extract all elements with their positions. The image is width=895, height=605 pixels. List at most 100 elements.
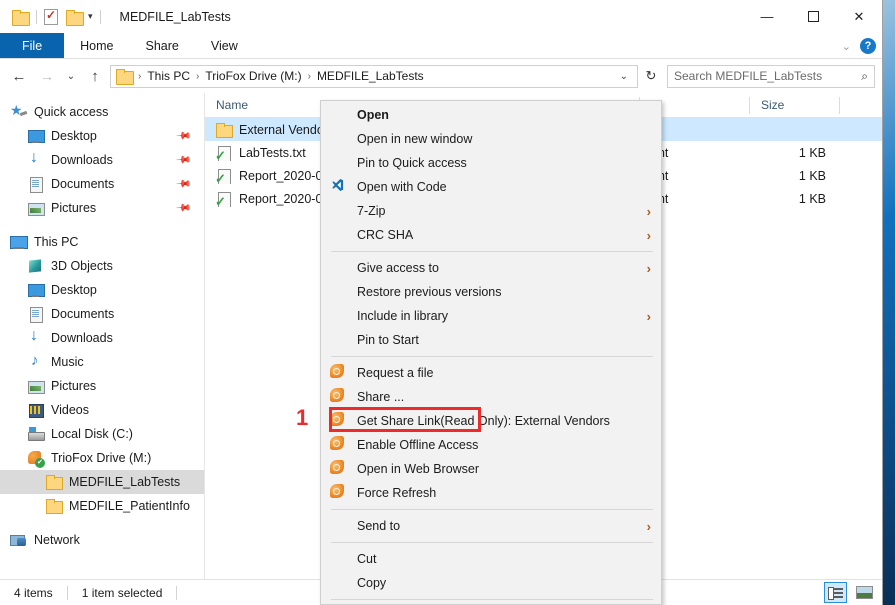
menu-item-force-refresh[interactable]: Force Refresh (321, 481, 661, 505)
properties-icon[interactable] (44, 8, 58, 25)
menu-item-label: Pin to Start (357, 333, 419, 347)
sidebar-item-this-pc[interactable]: This PC (0, 230, 204, 254)
minimize-button[interactable]: — (744, 0, 790, 33)
breadcrumb-separator-2: › (307, 70, 311, 82)
sidebar-item-local-disk-c[interactable]: Local Disk (C:) (0, 422, 204, 446)
sidebar-item-videos[interactable]: Videos (0, 398, 204, 422)
menu-item-copy[interactable]: Copy (321, 571, 661, 595)
text-document-icon (215, 168, 232, 184)
new-folder-icon[interactable] (66, 9, 84, 26)
breadcrumb-current-folder[interactable]: MEDFILE_LabTests (313, 67, 428, 85)
menu-item-label: Get Share Link(Read Only): External Vend… (357, 414, 610, 428)
tab-file[interactable]: File (0, 33, 65, 58)
menu-item-open-in-web-browser[interactable]: Open in Web Browser (321, 457, 661, 481)
sidebar-item-label: Downloads (51, 331, 113, 345)
menu-item-share[interactable]: Share ... (321, 385, 661, 409)
breadcrumb-triofox-drive[interactable]: TrioFox Drive (M:) (201, 67, 305, 85)
toolbar-divider (36, 9, 37, 24)
sidebar-item-network[interactable]: Network (0, 528, 204, 552)
details-view-button[interactable] (824, 582, 847, 603)
menu-item-include-in-library[interactable]: Include in library › (321, 304, 661, 328)
sidebar-item-label: Pictures (51, 201, 97, 215)
menu-item-send-to[interactable]: Send to › (321, 514, 661, 538)
sidebar-item-desktop[interactable]: Desktop (0, 278, 204, 302)
sidebar-item-triofox-drive[interactable]: TrioFox Drive (M:) (0, 446, 204, 470)
large-icons-view-button[interactable] (853, 582, 876, 603)
file-size-cell: 1 KB (798, 191, 826, 206)
tab-view[interactable]: View (195, 33, 254, 58)
menu-item-open-in-new-window[interactable]: Open in new window (321, 127, 661, 151)
menu-item-7-zip[interactable]: 7-Zip › (321, 199, 661, 223)
menu-item-label: Send to (357, 519, 401, 533)
quick-access-toolbar: ▾ (0, 8, 108, 26)
sidebar-item-downloads-qa[interactable]: Downloads 📌 (0, 148, 204, 172)
sidebar-item-documents[interactable]: Documents (0, 302, 204, 326)
sidebar-item-music[interactable]: Music (0, 350, 204, 374)
search-icon: ⌕ (861, 68, 868, 83)
sidebar-item-label: Desktop (51, 283, 97, 297)
menu-item-enable-offline-access[interactable]: Enable Offline Access (321, 433, 661, 457)
menu-item-get-share-link[interactable]: Get Share Link(Read Only): External Vend… (321, 409, 661, 433)
sidebar-item-label: Network (34, 533, 80, 547)
pictures-icon (27, 200, 45, 216)
sidebar-item-label: MEDFILE_LabTests (69, 475, 181, 489)
menu-item-give-access-to[interactable]: Give access to › (321, 256, 661, 280)
file-name-label: Report_2020-03 (239, 191, 330, 206)
download-arrow-icon (27, 327, 44, 346)
sidebar-item-medfile-labtests[interactable]: MEDFILE_LabTests (0, 470, 204, 494)
sidebar-item-label: Documents (51, 307, 115, 321)
pin-icon[interactable]: 📌 (174, 128, 191, 145)
star-pin-icon (10, 102, 27, 120)
tab-share[interactable]: Share (130, 33, 195, 58)
menu-item-open[interactable]: Open (321, 103, 661, 127)
customize-caret-icon[interactable]: ▾ (88, 11, 93, 22)
breadcrumb-this-pc[interactable]: This PC (143, 67, 194, 85)
menu-item-label: 7-Zip (357, 204, 386, 218)
recent-locations-icon[interactable]: ⌄ (62, 63, 80, 89)
breadcrumb[interactable]: › This PC › TrioFox Drive (M:) › MEDFILE… (110, 64, 638, 88)
chevron-right-icon: › (646, 308, 651, 324)
menu-item-open-with-code[interactable]: Open with Code (321, 175, 661, 199)
folder-icon (216, 122, 233, 138)
sidebar-item-3d-objects[interactable]: 3D Objects (0, 254, 204, 278)
sidebar-item-label: This PC (34, 235, 79, 249)
breadcrumb-separator-0: › (138, 70, 142, 82)
menu-item-restore-previous-versions[interactable]: Restore previous versions (321, 280, 661, 304)
chevron-down-icon[interactable]: ⌄ (842, 40, 851, 53)
breadcrumb-separator-1: › (196, 70, 200, 82)
sidebar-item-downloads[interactable]: Downloads (0, 326, 204, 350)
menu-item-cut[interactable]: Cut (321, 547, 661, 571)
ribbon-right-controls: ⌄ ? (842, 33, 876, 59)
refresh-icon[interactable]: ↻ (640, 65, 662, 88)
pin-icon[interactable]: 📌 (174, 200, 191, 217)
sidebar-item-pictures-qa[interactable]: Pictures 📌 (0, 196, 204, 220)
up-button[interactable]: ↑ (82, 63, 108, 89)
help-icon[interactable]: ? (860, 38, 876, 54)
forward-button[interactable]: → (34, 63, 60, 89)
pin-icon[interactable]: 📌 (174, 176, 191, 193)
maximize-button[interactable] (790, 0, 836, 33)
sidebar-item-medfile-patientinfo[interactable]: MEDFILE_PatientInfo (0, 494, 204, 518)
menu-item-request-a-file[interactable]: Request a file (321, 361, 661, 385)
sidebar-item-quick-access[interactable]: Quick access (0, 100, 204, 124)
close-button[interactable]: ✕ (836, 0, 882, 33)
back-button[interactable]: ← (6, 63, 32, 89)
folder-icon (45, 474, 63, 490)
pin-icon[interactable]: 📌 (174, 152, 191, 169)
menu-item-pin-to-start[interactable]: Pin to Start (321, 328, 661, 352)
window-title: MEDFILE_LabTests (119, 9, 231, 24)
menu-item-pin-to-quick-access[interactable]: Pin to Quick access (321, 151, 661, 175)
folder-icon[interactable] (12, 9, 30, 26)
window-controls: — ✕ (744, 0, 882, 33)
sidebar-item-pictures[interactable]: Pictures (0, 374, 204, 398)
breadcrumb-dropdown-icon[interactable]: ⌄ (615, 71, 633, 82)
tab-home[interactable]: Home (64, 33, 129, 58)
menu-item-crc-sha[interactable]: CRC SHA › (321, 223, 661, 247)
search-input[interactable]: Search MEDFILE_LabTests ⌕ (667, 64, 875, 88)
sidebar-item-desktop-qa[interactable]: Desktop 📌 (0, 124, 204, 148)
annotation-marker-1: 1 (296, 405, 309, 430)
sidebar-item-documents-qa[interactable]: Documents 📌 (0, 172, 204, 196)
ribbon-tabs: File Home Share View ⌄ ? (0, 33, 882, 59)
column-header-size[interactable]: Size (750, 93, 840, 118)
music-note-icon (27, 352, 44, 370)
